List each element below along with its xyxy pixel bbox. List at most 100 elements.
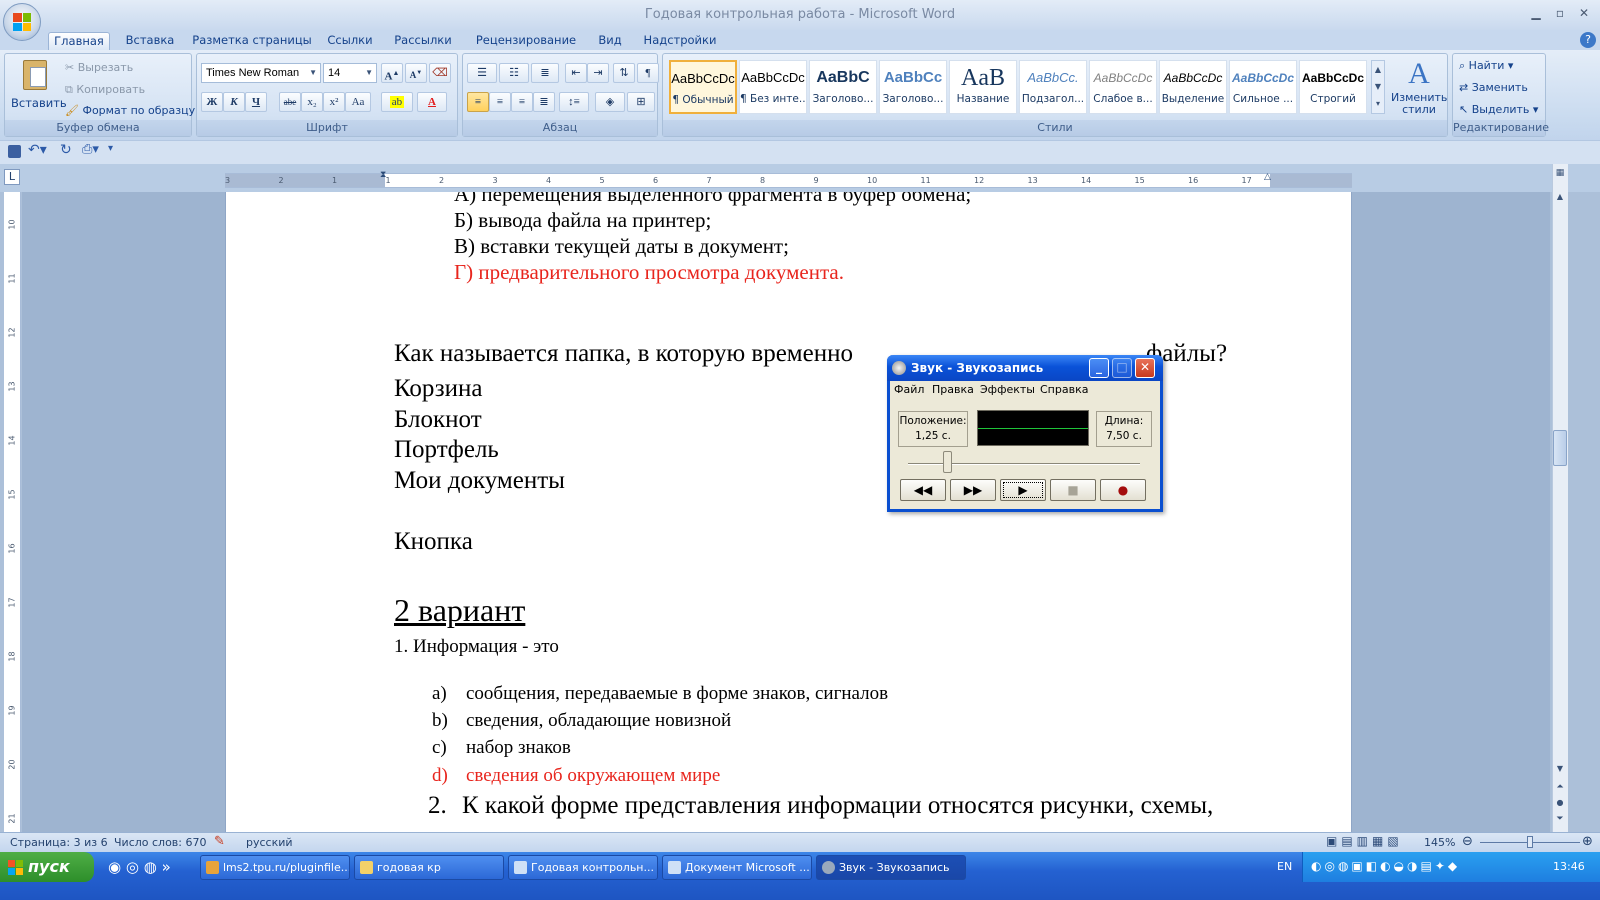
sound-close-button[interactable]: ✕ bbox=[1135, 358, 1155, 378]
view-buttons[interactable]: ▣▤▥▦▧ bbox=[1326, 834, 1403, 848]
show-marks-button[interactable]: ¶ bbox=[637, 63, 659, 83]
clear-format-button[interactable]: ⌫ bbox=[429, 63, 451, 83]
align-center-button[interactable]: ≡ bbox=[489, 92, 511, 112]
menu-edit[interactable]: Правка bbox=[932, 383, 974, 396]
bullets-button[interactable]: ☰ bbox=[467, 63, 497, 83]
language-indicator[interactable]: EN bbox=[1277, 860, 1292, 873]
strikethrough-button[interactable]: abe bbox=[279, 92, 301, 112]
justify-button[interactable]: ≣ bbox=[533, 92, 555, 112]
task-browser[interactable]: lms2.tpu.ru/pluginfile.... bbox=[200, 855, 350, 880]
task-folder[interactable]: годовая кр bbox=[354, 855, 504, 880]
sort-button[interactable]: ⇅ bbox=[613, 63, 635, 83]
position-slider-thumb[interactable] bbox=[942, 451, 952, 473]
menu-file[interactable]: Файл bbox=[894, 383, 924, 396]
vertical-scrollbar[interactable]: ▦ ▲ ▼ ⏶ ● ⏷ bbox=[1552, 164, 1568, 832]
increase-indent-button[interactable]: ⇥ bbox=[587, 63, 609, 83]
underline-button[interactable]: Ч bbox=[245, 92, 267, 112]
styles-scroll[interactable]: ▲ ▼ ▾ bbox=[1371, 60, 1385, 114]
tab-addins[interactable]: Надстройки bbox=[636, 32, 724, 50]
decrease-indent-button[interactable]: ⇤ bbox=[565, 63, 587, 83]
print-preview-icon[interactable]: ⎙▾ bbox=[82, 142, 99, 157]
style-heading-1[interactable]: AaBbC Заголово... bbox=[809, 60, 877, 114]
paste-button[interactable]: Вставить bbox=[11, 58, 67, 114]
numbering-button[interactable]: ☷ bbox=[499, 63, 529, 83]
scrollbar-thumb[interactable] bbox=[1553, 430, 1567, 466]
style-no-spacing[interactable]: AaBbCcDc ¶ Без инте... bbox=[739, 60, 807, 114]
help-icon[interactable]: ? bbox=[1580, 32, 1596, 48]
redo-icon[interactable]: ↻ bbox=[60, 142, 72, 158]
tab-selector-icon[interactable]: L bbox=[4, 169, 20, 185]
style-subtle-emphasis[interactable]: AaBbCcDc Слабое в... bbox=[1089, 60, 1157, 114]
quick-launch-icons[interactable]: ◉ ◎ ◍ » bbox=[108, 858, 171, 876]
style-normal[interactable]: AaBbCcDc ¶ Обычный bbox=[669, 60, 737, 114]
vertical-ruler[interactable]: 10 11 12 13 14 15 16 17 18 19 20 21 bbox=[4, 192, 21, 832]
replace-button[interactable]: ⇄ Заменить bbox=[1459, 81, 1528, 94]
tab-home[interactable]: Главная bbox=[48, 32, 110, 50]
tab-references[interactable]: Ссылки bbox=[322, 32, 378, 50]
multilevel-list-button[interactable]: ≣ bbox=[531, 63, 559, 83]
maximize-button[interactable]: ▫ bbox=[1548, 4, 1572, 22]
style-emphasis[interactable]: AaBbCcDc Выделение bbox=[1159, 60, 1227, 114]
close-button[interactable]: ✕ bbox=[1572, 4, 1596, 22]
line-spacing-button[interactable]: ↕≡ bbox=[559, 92, 589, 112]
menu-effects[interactable]: Эффекты bbox=[980, 383, 1035, 396]
clock[interactable]: 13:46 bbox=[1553, 860, 1585, 873]
word-count[interactable]: Число слов: 670 bbox=[114, 836, 207, 849]
previous-page-icon[interactable]: ⏶ bbox=[1553, 782, 1567, 796]
format-painter-button[interactable]: 🖌 Формат по образцу bbox=[65, 104, 195, 117]
style-title[interactable]: AaB Название bbox=[949, 60, 1017, 114]
menu-help[interactable]: Справка bbox=[1040, 383, 1088, 396]
select-button[interactable]: ↖ Выделить ▾ bbox=[1459, 103, 1538, 116]
play-button[interactable]: ▶ bbox=[1000, 479, 1046, 501]
style-subtitle[interactable]: AaBbCc. Подзагол... bbox=[1019, 60, 1087, 114]
start-button[interactable]: пуск bbox=[0, 852, 94, 882]
subscript-button[interactable]: x₂ bbox=[301, 92, 323, 112]
sound-minimize-button[interactable]: _ bbox=[1089, 358, 1109, 378]
highlight-button[interactable]: ab bbox=[381, 92, 413, 112]
tray-icons[interactable]: ◐◎◍▣◧◐◒◑▤✦◆ bbox=[1311, 859, 1460, 873]
tab-view[interactable]: Вид bbox=[594, 32, 626, 50]
zoom-level[interactable]: 145% bbox=[1424, 836, 1455, 849]
office-button[interactable] bbox=[3, 3, 41, 41]
seek-start-button[interactable]: ◀◀ bbox=[900, 479, 946, 501]
superscript-button[interactable]: x² bbox=[323, 92, 345, 112]
seek-end-button[interactable]: ▶▶ bbox=[950, 479, 996, 501]
sound-recorder-titlebar[interactable]: Звук - Звукозапись _ □ ✕ bbox=[887, 355, 1163, 381]
align-left-button[interactable]: ≡ bbox=[467, 92, 489, 112]
tab-mailings[interactable]: Рассылки bbox=[388, 32, 458, 50]
bold-button[interactable]: Ж bbox=[201, 92, 223, 112]
language-status[interactable]: русский bbox=[246, 836, 293, 849]
borders-button[interactable]: ⊞ bbox=[627, 92, 655, 112]
find-button[interactable]: ⌕ Найти ▾ bbox=[1459, 59, 1513, 73]
horizontal-ruler[interactable]: 3 2 1 1 2 3 4 5 6 7 8 9 10 11 12 13 14 15 16 17 ⧗ △ bbox=[225, 170, 1352, 188]
font-color-button[interactable]: A bbox=[417, 92, 447, 112]
task-word-doc[interactable]: Документ Microsoft ... bbox=[662, 855, 812, 880]
change-styles-button[interactable]: A Изменить стили bbox=[1391, 56, 1447, 120]
undo-icon[interactable]: ↶▾ bbox=[28, 142, 47, 158]
indent-marker-icon[interactable]: ⧗ bbox=[380, 170, 386, 180]
spellcheck-icon[interactable]: ✎ bbox=[214, 834, 225, 849]
font-size-select[interactable]: 14 ▼ bbox=[323, 63, 377, 83]
style-heading-2[interactable]: AaBbCc Заголово... bbox=[879, 60, 947, 114]
style-intense-emphasis[interactable]: AaBbCcDc Сильное ... bbox=[1229, 60, 1297, 114]
stop-button[interactable]: ■ bbox=[1050, 479, 1096, 501]
next-page-icon[interactable]: ⏷ bbox=[1553, 814, 1567, 828]
document-page[interactable]: А) перемещения выделенного фрагмента в б… bbox=[225, 192, 1352, 832]
shrink-font-button[interactable]: A▼ bbox=[405, 63, 427, 83]
zoom-out-icon[interactable]: ⊖ bbox=[1462, 834, 1473, 849]
shading-button[interactable]: ◈ bbox=[595, 92, 625, 112]
align-right-button[interactable]: ≡ bbox=[511, 92, 533, 112]
ruler-toggle-icon[interactable]: ▦ bbox=[1553, 168, 1567, 182]
task-sound-recorder[interactable]: Звук - Звукозапись bbox=[816, 855, 966, 880]
change-case-button[interactable]: Aa bbox=[345, 92, 371, 112]
browse-object-icon[interactable]: ● bbox=[1553, 798, 1567, 812]
scroll-up-icon[interactable]: ▲ bbox=[1553, 192, 1567, 206]
tab-page-layout[interactable]: Разметка страницы bbox=[190, 32, 314, 50]
record-button[interactable]: ● bbox=[1100, 479, 1146, 501]
minimize-button[interactable]: ▁ bbox=[1524, 4, 1548, 22]
style-strong[interactable]: AaBbCcDc Строгий bbox=[1299, 60, 1367, 114]
tab-review[interactable]: Рецензирование bbox=[468, 32, 584, 50]
save-icon[interactable] bbox=[8, 145, 21, 158]
copy-button[interactable]: ⧉ Копировать bbox=[65, 83, 145, 97]
page-count[interactable]: Страница: 3 из 6 bbox=[10, 836, 108, 849]
